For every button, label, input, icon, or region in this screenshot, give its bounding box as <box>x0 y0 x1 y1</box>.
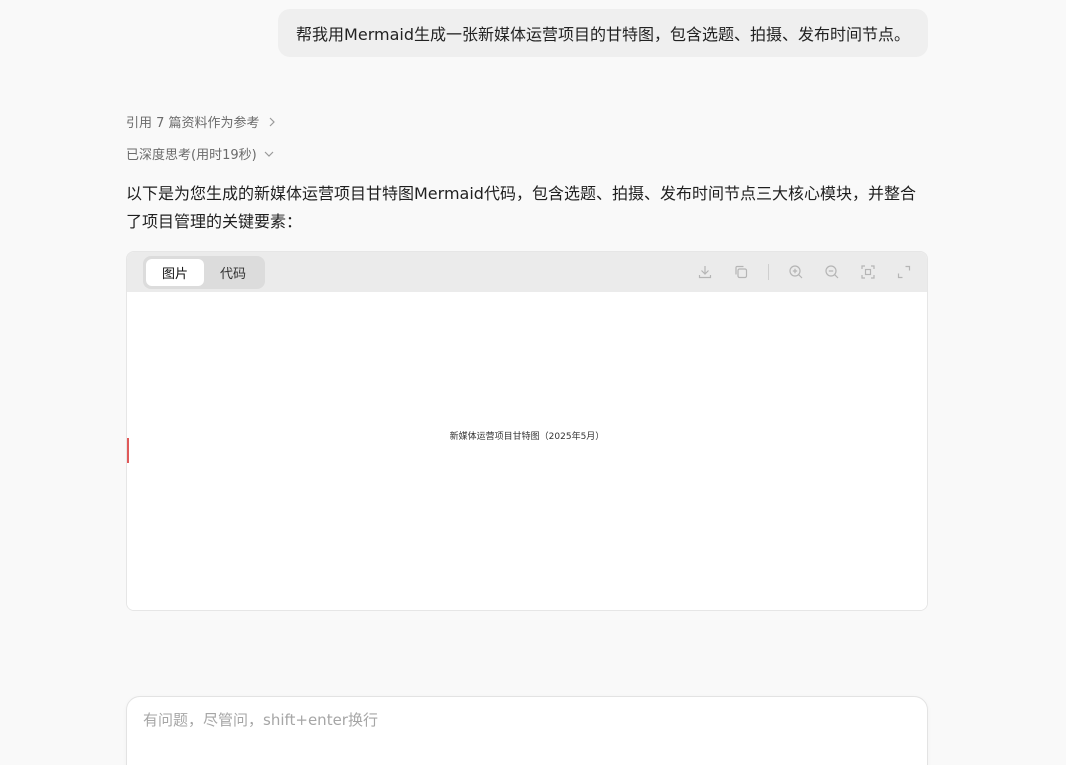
chat-page: 帮我用Mermaid生成一张新媒体运营项目的甘特图，包含选题、拍摄、发布时间节点… <box>0 0 1066 765</box>
diagram-toolbar: 图片 代码 <box>127 252 927 292</box>
zoom-in-button[interactable] <box>787 263 805 281</box>
zoom-in-icon <box>789 265 803 279</box>
fullscreen-button[interactable] <box>895 263 913 281</box>
diagram-canvas[interactable]: 新媒体运营项目甘特图（2025年5月） <box>127 292 927 610</box>
diagram-tools <box>696 263 913 281</box>
zoom-out-button[interactable] <box>823 263 841 281</box>
chevron-down-icon <box>264 151 274 157</box>
copy-button[interactable] <box>732 263 750 281</box>
references-toggle[interactable]: 引用 7 篇资料作为参考 <box>126 112 278 131</box>
toolbar-divider <box>768 264 769 280</box>
chevron-right-icon <box>269 117 275 126</box>
download-button[interactable] <box>696 263 714 281</box>
message-input[interactable] <box>127 697 927 765</box>
zoom-out-icon <box>825 265 839 279</box>
tab-image[interactable]: 图片 <box>146 258 205 286</box>
download-icon <box>698 266 712 279</box>
answer-intro: 以下是为您生成的新媒体运营项目甘特图Mermaid代码，包含选题、拍摄、发布时间… <box>126 184 916 231</box>
fit-view-button[interactable] <box>859 263 877 281</box>
thinking-label: 已深度思考(用时19秒) <box>126 148 257 163</box>
view-switch: 图片 代码 <box>143 255 266 289</box>
fit-view-icon <box>861 265 875 279</box>
thinking-toggle[interactable]: 已深度思考(用时19秒) <box>126 144 275 163</box>
composer <box>126 696 928 765</box>
copy-icon <box>735 265 748 279</box>
today-marker-line <box>127 438 129 463</box>
references-label: 引用 7 篇资料作为参考 <box>126 116 260 131</box>
diagram-title: 新媒体运营项目甘特图（2025年5月） <box>449 432 605 442</box>
user-message-text: 帮我用Mermaid生成一张新媒体运营项目的甘特图，包含选题、拍摄、发布时间节点… <box>296 25 910 44</box>
tab-code[interactable]: 代码 <box>204 259 262 286</box>
fullscreen-icon <box>897 265 911 279</box>
diagram-card: 图片 代码 新媒体运营项目甘特图（2025年5月） <box>126 251 928 611</box>
user-message-bubble: 帮我用Mermaid生成一张新媒体运营项目的甘特图，包含选题、拍摄、发布时间节点… <box>278 9 928 57</box>
